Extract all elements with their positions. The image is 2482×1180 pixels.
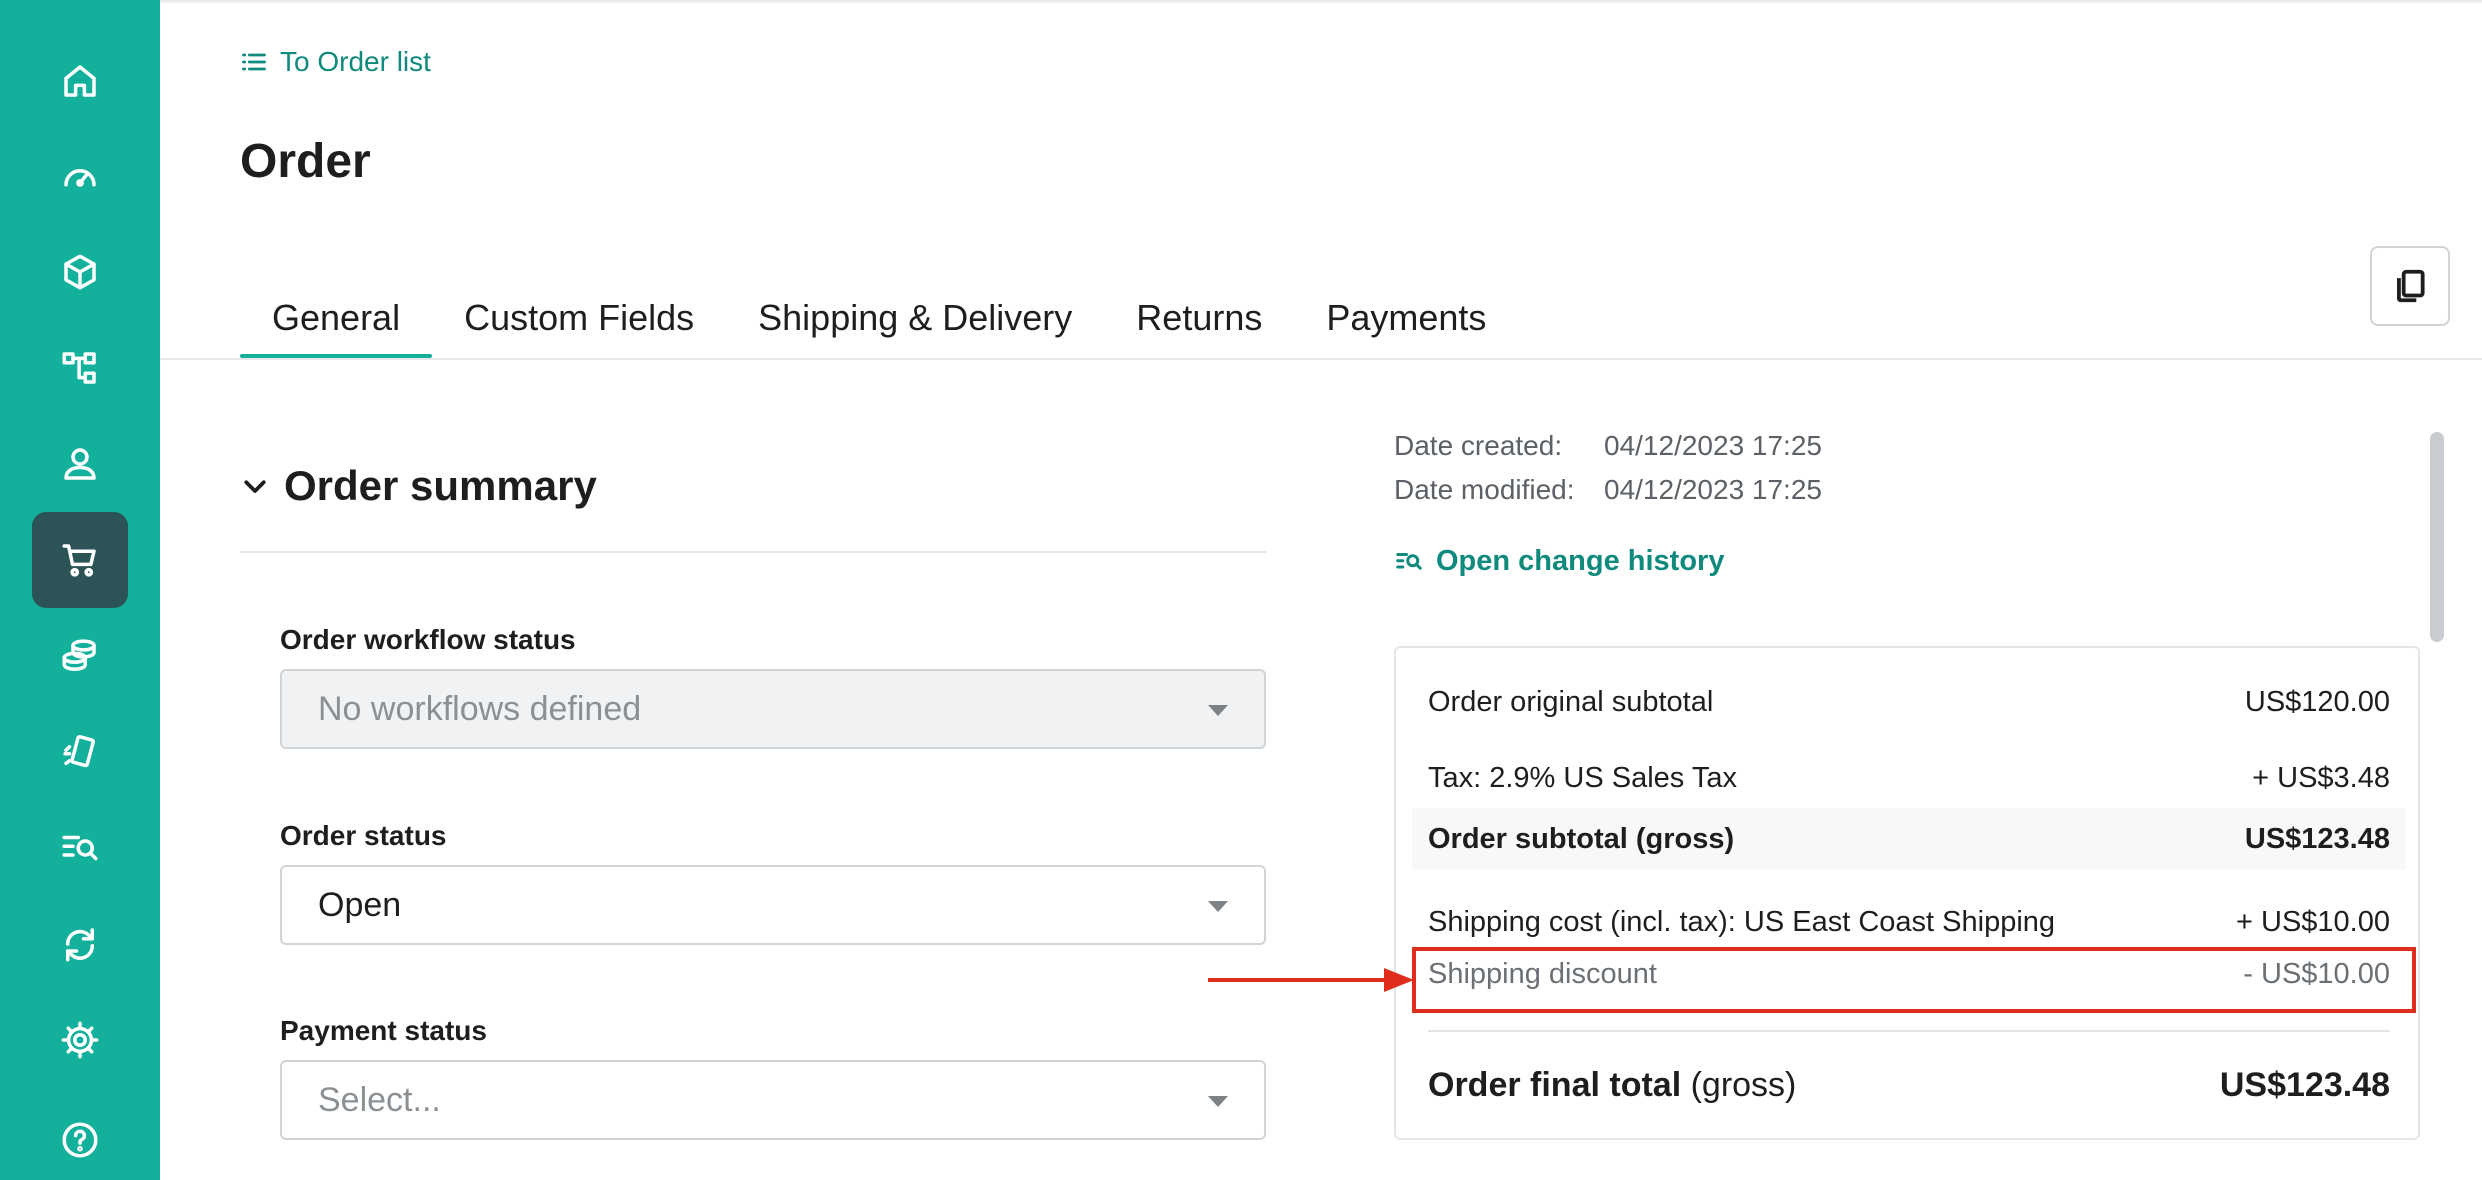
original-subtotal-value: US$120.00	[2244, 686, 2390, 718]
nav-categories[interactable]	[32, 320, 128, 416]
order-totals-card: Order original subtotal US$120.00 Tax: 2…	[1394, 646, 2420, 1140]
dashboard-icon	[64, 169, 96, 187]
gross-subtotal-row: Order subtotal (gross) US$123.48	[1412, 808, 2406, 870]
order-status-select[interactable]: Open	[280, 865, 1266, 945]
tax-value: + US$3.48	[2252, 762, 2390, 794]
original-subtotal-label: Order original subtotal	[1428, 686, 1714, 718]
caret-down-icon	[1208, 705, 1228, 716]
annotation-arrow-icon	[1208, 968, 1414, 992]
settings-gear-icon	[61, 1021, 99, 1059]
caret-down-icon	[1208, 901, 1228, 912]
final-total-label: Order final total	[1428, 1066, 1682, 1104]
nav-dashboard[interactable]	[32, 128, 128, 224]
order-status-value: Open	[318, 885, 402, 924]
nav-products[interactable]	[32, 224, 128, 320]
date-created-row: Date created: 04/12/2023 17:25	[1394, 430, 1822, 462]
back-link-label: To Order list	[280, 46, 431, 77]
box-icon	[64, 254, 96, 290]
category-tree-icon	[62, 352, 96, 384]
help-icon	[62, 1122, 98, 1158]
date-modified-row: Date modified: 04/12/2023 17:25	[1394, 474, 1822, 506]
nav-search[interactable]	[32, 800, 128, 896]
payment-status-select[interactable]: Select...	[280, 1060, 1266, 1140]
payment-status-label: Payment status	[280, 1015, 487, 1046]
nav-finance[interactable]	[32, 608, 128, 704]
final-total-suffix: (gross)	[1690, 1066, 1797, 1104]
shipping-discount-highlight-box	[1412, 947, 2416, 1013]
final-total-row: Order final total (gross) US$123.48	[1428, 1066, 2390, 1105]
scrollbar-thumb[interactable]	[2430, 432, 2444, 642]
user-icon	[64, 448, 96, 480]
tax-row: Tax: 2.9% US Sales Tax + US$3.48	[1428, 762, 2390, 795]
page-title: Order	[240, 135, 371, 188]
final-total-label-group: Order final total (gross)	[1428, 1066, 1796, 1105]
content-scrollbar[interactable]	[2422, 424, 2452, 1180]
tab-payments[interactable]: Payments	[1294, 290, 1518, 358]
tab-shipping-delivery[interactable]: Shipping & Delivery	[726, 290, 1104, 358]
sync-icon	[65, 928, 95, 962]
nav-sync[interactable]	[32, 896, 128, 992]
date-created-value: 04/12/2023 17:25	[1604, 430, 1822, 461]
workflow-status-select: No workflows defined	[280, 669, 1266, 749]
top-shadow	[160, 0, 2482, 4]
tax-label: Tax: 2.9% US Sales Tax	[1428, 762, 1737, 794]
open-change-history-link[interactable]: Open change history	[1394, 545, 1724, 578]
final-total-value: US$123.48	[2219, 1066, 2390, 1104]
tab-bar: General Custom Fields Shipping & Deliver…	[240, 290, 1518, 358]
search-list-icon	[62, 835, 98, 861]
tab-custom-fields[interactable]: Custom Fields	[432, 290, 726, 358]
copy-button[interactable]	[2370, 246, 2450, 326]
original-subtotal-row: Order original subtotal US$120.00	[1428, 686, 2390, 719]
payment-status-placeholder: Select...	[318, 1080, 441, 1119]
tab-returns[interactable]: Returns	[1104, 290, 1294, 358]
shipping-cost-label: Shipping cost (incl. tax): US East Coast…	[1428, 906, 2056, 938]
list-icon	[242, 53, 266, 71]
order-status-label: Order status	[280, 820, 447, 851]
summary-divider	[240, 551, 1266, 553]
sidebar	[0, 0, 160, 1180]
history-search-icon	[1396, 552, 1422, 570]
nav-home[interactable]	[32, 33, 128, 129]
gross-subtotal-label: Order subtotal (gross)	[1428, 822, 1735, 855]
marketing-icon	[63, 735, 95, 768]
nav-settings[interactable]	[32, 992, 128, 1088]
back-to-order-list-link[interactable]: To Order list	[240, 46, 431, 78]
nav-customers[interactable]	[32, 416, 128, 512]
history-link-label: Open change history	[1436, 545, 1725, 577]
workflow-status-label: Order workflow status	[280, 624, 576, 655]
workflow-status-value: No workflows defined	[318, 689, 642, 728]
tabs-divider	[160, 358, 2482, 360]
date-modified-value: 04/12/2023 17:25	[1604, 474, 1822, 505]
nav-orders[interactable]	[32, 512, 128, 608]
home-icon	[64, 65, 96, 97]
cart-icon	[62, 544, 96, 577]
tab-general[interactable]: General	[240, 290, 433, 358]
gross-subtotal-value: US$123.48	[2244, 822, 2390, 855]
caret-down-icon	[1208, 1096, 1228, 1107]
nav-marketing[interactable]	[32, 704, 128, 800]
coins-icon	[62, 639, 96, 671]
shipping-cost-row: Shipping cost (incl. tax): US East Coast…	[1428, 906, 2390, 939]
chevron-down-icon	[244, 480, 266, 493]
totals-divider	[1428, 1030, 2390, 1032]
order-summary-toggle[interactable]: Order summary	[240, 462, 597, 510]
date-created-label: Date created:	[1394, 430, 1563, 461]
shipping-cost-value: + US$10.00	[2236, 906, 2390, 938]
order-summary-title: Order summary	[284, 462, 597, 509]
copy-icon	[2397, 269, 2425, 303]
nav-help[interactable]	[32, 1092, 128, 1180]
date-modified-label: Date modified:	[1394, 474, 1575, 505]
